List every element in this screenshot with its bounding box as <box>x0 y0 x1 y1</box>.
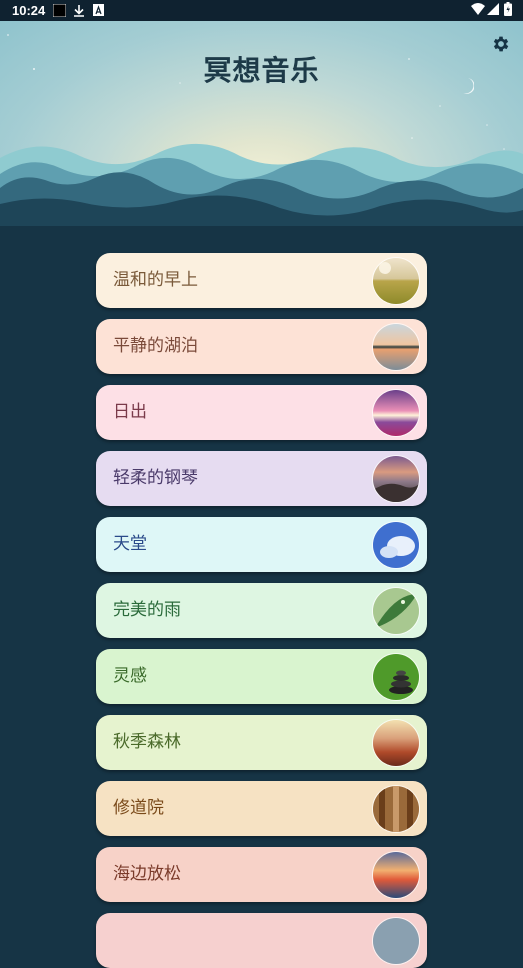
track-label: 海边放松 <box>113 864 181 884</box>
partial-thumbnail <box>372 917 420 965</box>
track-card[interactable]: 日出 <box>96 385 427 440</box>
download-icon <box>74 5 84 17</box>
track-label: 天堂 <box>113 534 147 554</box>
zen-stones-thumbnail <box>372 653 420 701</box>
header-banner: 冥想音乐 <box>0 21 523 236</box>
blue-sky-clouds-thumbnail <box>372 521 420 569</box>
text-notification-icon <box>93 4 104 16</box>
track-label: 平静的湖泊 <box>113 336 198 356</box>
track-label: 修道院 <box>113 798 164 818</box>
sunset-lake-thumbnail <box>372 323 420 371</box>
track-card[interactable]: 天堂 <box>96 517 427 572</box>
track-card[interactable]: 修道院 <box>96 781 427 836</box>
settings-gear-icon[interactable] <box>491 34 511 54</box>
status-time: 10:24 <box>12 3 46 18</box>
morning-meadow-thumbnail <box>372 257 420 305</box>
rain-leaf-thumbnail <box>372 587 420 635</box>
misty-mountains-thumbnail <box>372 455 420 503</box>
track-card[interactable]: 轻柔的钢琴 <box>96 451 427 506</box>
track-card[interactable]: 海边放松 <box>96 847 427 902</box>
track-card[interactable]: 灵感 <box>96 649 427 704</box>
monastery-hall-thumbnail <box>372 785 420 833</box>
signal-icon <box>487 3 499 15</box>
battery-icon <box>504 2 512 16</box>
track-label: 日出 <box>113 402 147 422</box>
track-label: 轻柔的钢琴 <box>113 468 198 488</box>
sunrise-thumbnail <box>372 389 420 437</box>
page-title: 冥想音乐 <box>203 54 320 87</box>
track-card[interactable] <box>96 913 427 968</box>
track-card[interactable]: 平静的湖泊 <box>96 319 427 374</box>
track-label: 秋季森林 <box>113 732 181 752</box>
track-label: 完美的雨 <box>113 600 181 620</box>
status-bar: 10:24 <box>0 0 523 21</box>
wifi-icon <box>471 3 485 15</box>
seaside-sunset-thumbnail <box>372 851 420 899</box>
track-card[interactable]: 秋季森林 <box>96 715 427 770</box>
autumn-forest-thumbnail <box>372 719 420 767</box>
app-notification-icon <box>53 4 66 17</box>
mountains-illustration <box>0 143 523 236</box>
track-card[interactable]: 温和的早上 <box>96 253 427 308</box>
track-card[interactable]: 完美的雨 <box>96 583 427 638</box>
track-label: 灵感 <box>113 666 147 686</box>
track-label: 温和的早上 <box>113 270 198 290</box>
